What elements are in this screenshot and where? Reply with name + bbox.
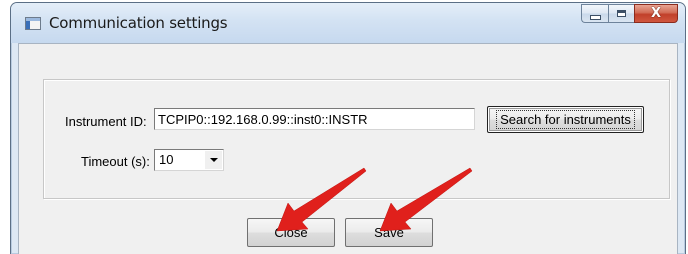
save-button[interactable]: Save [345, 218, 433, 247]
maximize-icon [617, 10, 626, 17]
search-instruments-label: Search for instruments [496, 110, 635, 129]
search-instruments-button[interactable]: Search for instruments [487, 106, 644, 133]
minimize-button[interactable] [581, 4, 608, 23]
dialog-client-area: Instrument ID: Search for instruments Ti… [18, 43, 678, 254]
title-bar[interactable]: Communication settings X [11, 3, 685, 43]
settings-groupbox [43, 79, 670, 199]
dialog-window: Communication settings X Instrument ID: … [10, 2, 686, 254]
close-button[interactable]: Close [247, 218, 335, 247]
minimize-icon [589, 15, 601, 20]
timeout-value: 10 [159, 152, 174, 167]
timeout-select[interactable]: 10 [154, 149, 224, 171]
window-title: Communication settings [49, 14, 228, 32]
instrument-id-input[interactable] [154, 108, 475, 130]
maximize-button[interactable] [608, 4, 634, 23]
caption-buttons: X [581, 4, 678, 24]
app-window-icon [25, 17, 41, 30]
close-icon: X [650, 6, 662, 21]
window-close-button[interactable]: X [634, 4, 678, 23]
timeout-label: Timeout (s): [81, 154, 150, 169]
chevron-down-icon[interactable] [205, 151, 222, 169]
instrument-id-label: Instrument ID: [65, 114, 147, 129]
